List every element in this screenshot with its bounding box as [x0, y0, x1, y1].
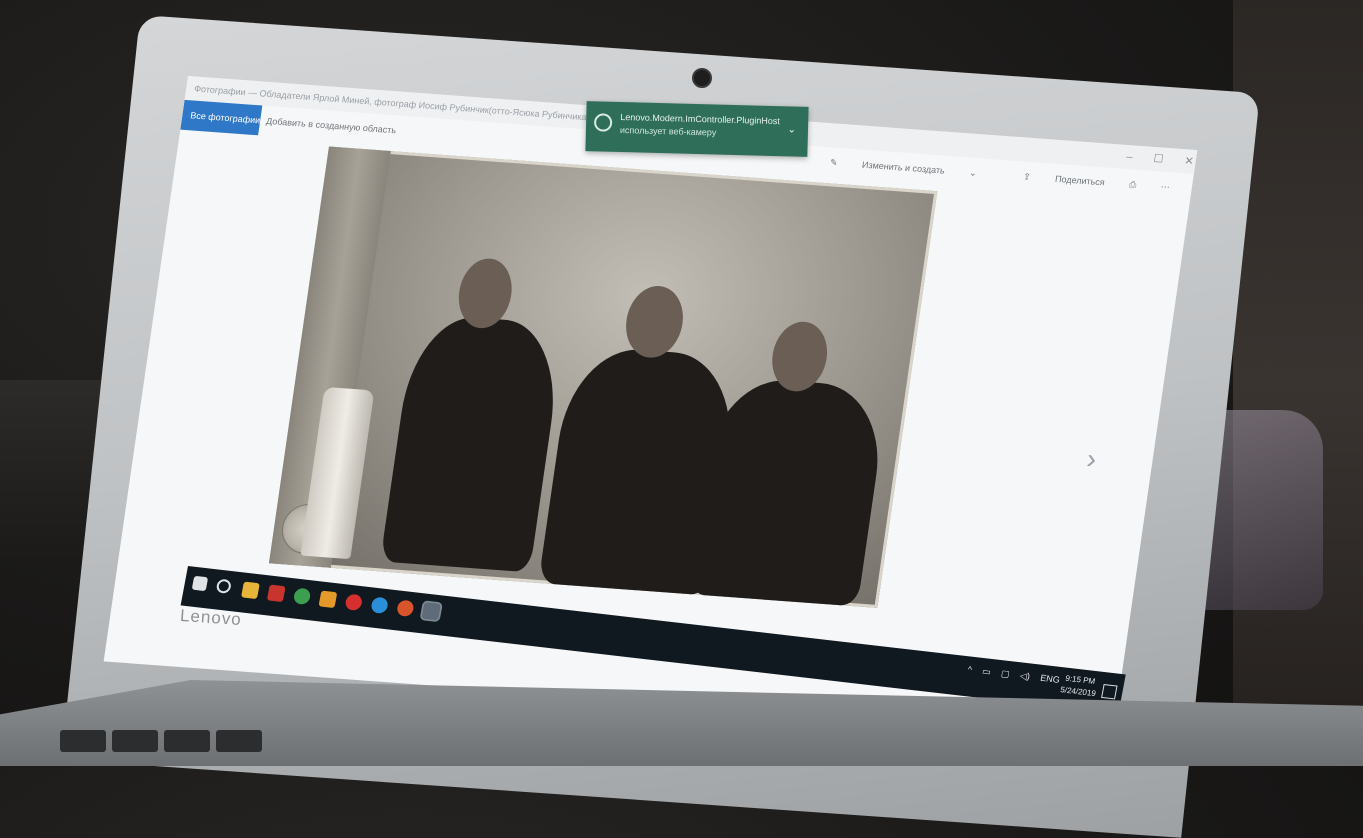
keyboard-key [164, 730, 210, 752]
volume-icon[interactable]: ◁) [1019, 670, 1031, 681]
add-creation-label: Добавить в созданную область [265, 115, 397, 136]
photos-app-icon[interactable] [419, 600, 443, 623]
more-options-icon[interactable]: ⋯ [1160, 182, 1170, 193]
skype-icon[interactable] [370, 596, 389, 615]
toast-title: Lenovo.Modern.ImController.PluginHost [620, 111, 780, 127]
document-app-icon[interactable] [318, 590, 338, 609]
webcam-notification-toast[interactable]: Lenovo.Modern.ImController.PluginHost ис… [585, 101, 809, 157]
opera-icon[interactable] [344, 593, 364, 612]
edit-icon: ✎ [829, 157, 839, 168]
chrome-icon[interactable] [292, 587, 312, 606]
all-photos-button[interactable]: Все фотографии [180, 99, 263, 136]
tray-chevron-up-icon[interactable]: ^ [967, 664, 973, 674]
minimize-button[interactable]: – [1126, 151, 1134, 163]
keyboard-key [216, 730, 262, 752]
printer-icon[interactable]: ⎙ [1128, 179, 1137, 189]
system-tray: ^ ▭ ▢ ◁) ENG [959, 663, 1061, 685]
photo-person-left [380, 313, 566, 573]
input-language[interactable]: ENG [1039, 673, 1060, 685]
network-icon[interactable]: ▭ [981, 666, 991, 677]
webcam-icon [692, 68, 712, 88]
close-button[interactable]: ✕ [1184, 155, 1195, 168]
photo-head-center [621, 284, 688, 360]
taskbar-clock[interactable]: 9:15 PM 5/24/2019 [1059, 672, 1099, 700]
windows-start-icon[interactable] [191, 575, 209, 592]
app-icon-red[interactable] [266, 584, 286, 603]
webcam-usage-icon [593, 113, 613, 132]
chevron-down-icon: ⌄ [968, 167, 978, 178]
displayed-photo [268, 146, 938, 608]
toast-body: использует веб-камеру [619, 124, 717, 138]
display-icon[interactable]: ▢ [1000, 668, 1010, 679]
share-icon: ⇪ [1022, 171, 1032, 182]
laptop-brand-logo: Lenovo [179, 605, 243, 630]
search-icon[interactable] [215, 578, 233, 594]
action-center-icon[interactable] [1101, 684, 1118, 700]
file-explorer-icon[interactable] [241, 581, 260, 600]
maximize-button[interactable]: ☐ [1153, 153, 1165, 166]
keyboard-key [112, 730, 158, 752]
keyboard-key [60, 730, 106, 752]
app-icon-orange[interactable] [395, 599, 415, 618]
next-photo-chevron-icon[interactable]: › [1085, 443, 1099, 475]
all-photos-label: Все фотографии [189, 110, 261, 126]
chevron-down-icon[interactable]: ⌄ [787, 124, 796, 135]
